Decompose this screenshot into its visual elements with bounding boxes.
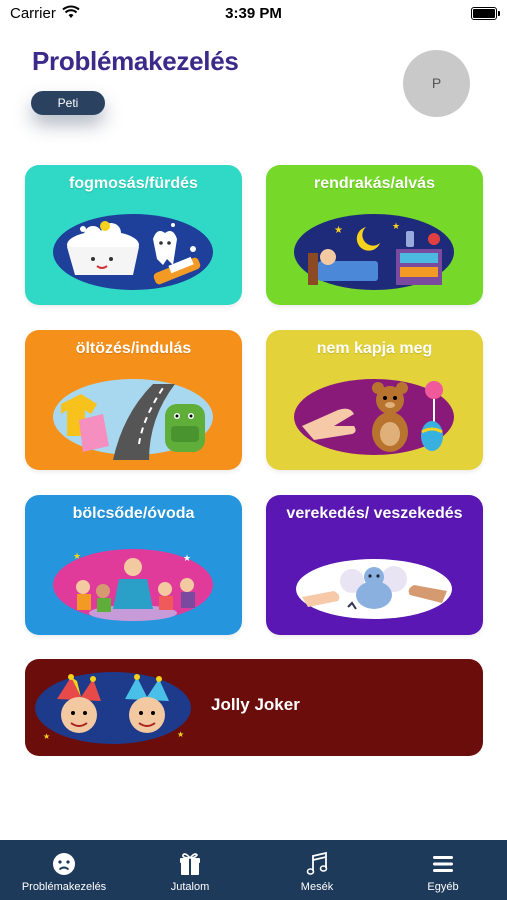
- svg-text:★: ★: [392, 221, 400, 231]
- tile-jolly-joker[interactable]: ★ ★ Jolly Joker: [25, 659, 483, 756]
- kindergarten-children-illustration: ★ ★: [53, 539, 214, 625]
- svg-text:★: ★: [43, 732, 50, 741]
- tile-rendrakas-alvas[interactable]: rendrakás/alvás ★ ★: [266, 165, 483, 305]
- tile-label: nem kapja meg: [316, 340, 433, 357]
- tile-label: Jolly Joker: [211, 695, 300, 714]
- svg-text:★: ★: [73, 551, 81, 561]
- tile-label: rendrakás/alvás: [314, 175, 435, 192]
- tab-problemakezeles[interactable]: Problémakezelés: [1, 840, 127, 900]
- tab-bar: Problémakezelés Jutalom Mesék Egyéb: [0, 840, 507, 900]
- tile-verekedes-veszekedes[interactable]: verekedés/ veszekedés: [266, 495, 483, 635]
- tab-mesek[interactable]: Mesék: [254, 840, 380, 900]
- svg-text:★: ★: [177, 730, 184, 739]
- svg-text:★: ★: [334, 225, 343, 236]
- tab-egyeb[interactable]: Egyéb: [380, 840, 506, 900]
- tile-label: verekedés/ veszekedés: [286, 505, 463, 522]
- svg-text:★: ★: [183, 553, 191, 563]
- tab-jutalom[interactable]: Jutalom: [127, 840, 253, 900]
- tab-label: Jutalom: [170, 881, 210, 893]
- music-note-icon: [304, 851, 330, 877]
- gift-icon: [177, 851, 203, 877]
- tab-label: Problémakezelés: [21, 881, 107, 893]
- menu-icon: [430, 851, 456, 877]
- user-name-button[interactable]: Peti: [31, 91, 105, 115]
- jester-faces-illustration: ★ ★: [35, 671, 191, 745]
- tile-oltozes-indulas[interactable]: öltözés/indulás: [25, 330, 242, 470]
- tile-label: fogmosás/fürdés: [69, 175, 198, 192]
- bathtub-toothbrush-illustration: [53, 209, 214, 295]
- status-time: 3:39 PM: [225, 5, 282, 22]
- tab-label: Egyéb: [427, 881, 459, 893]
- tile-label: bölcsőde/óvoda: [72, 505, 195, 522]
- tab-label: Mesék: [300, 881, 334, 893]
- tile-bolcsode-ovoda[interactable]: bölcsőde/óvoda ★ ★: [25, 495, 242, 635]
- avatar[interactable]: P: [403, 50, 470, 117]
- fighting-hands-illustration: [294, 551, 455, 625]
- clothes-backpack-road-illustration: [53, 374, 214, 460]
- page-title: Problémakezelés: [32, 46, 239, 76]
- tile-label: öltözés/indulás: [75, 340, 192, 357]
- status-bar: Carrier 3:39 PM: [0, 0, 507, 28]
- sad-face-icon: [51, 851, 77, 877]
- bedroom-night-illustration: ★ ★: [294, 209, 455, 295]
- tile-nem-kapja-meg[interactable]: nem kapja meg: [266, 330, 483, 470]
- tile-fogmosas-furdes[interactable]: fogmosás/fürdés: [25, 165, 242, 305]
- hand-teddy-bear-illustration: [294, 374, 455, 460]
- battery-icon: [471, 7, 500, 20]
